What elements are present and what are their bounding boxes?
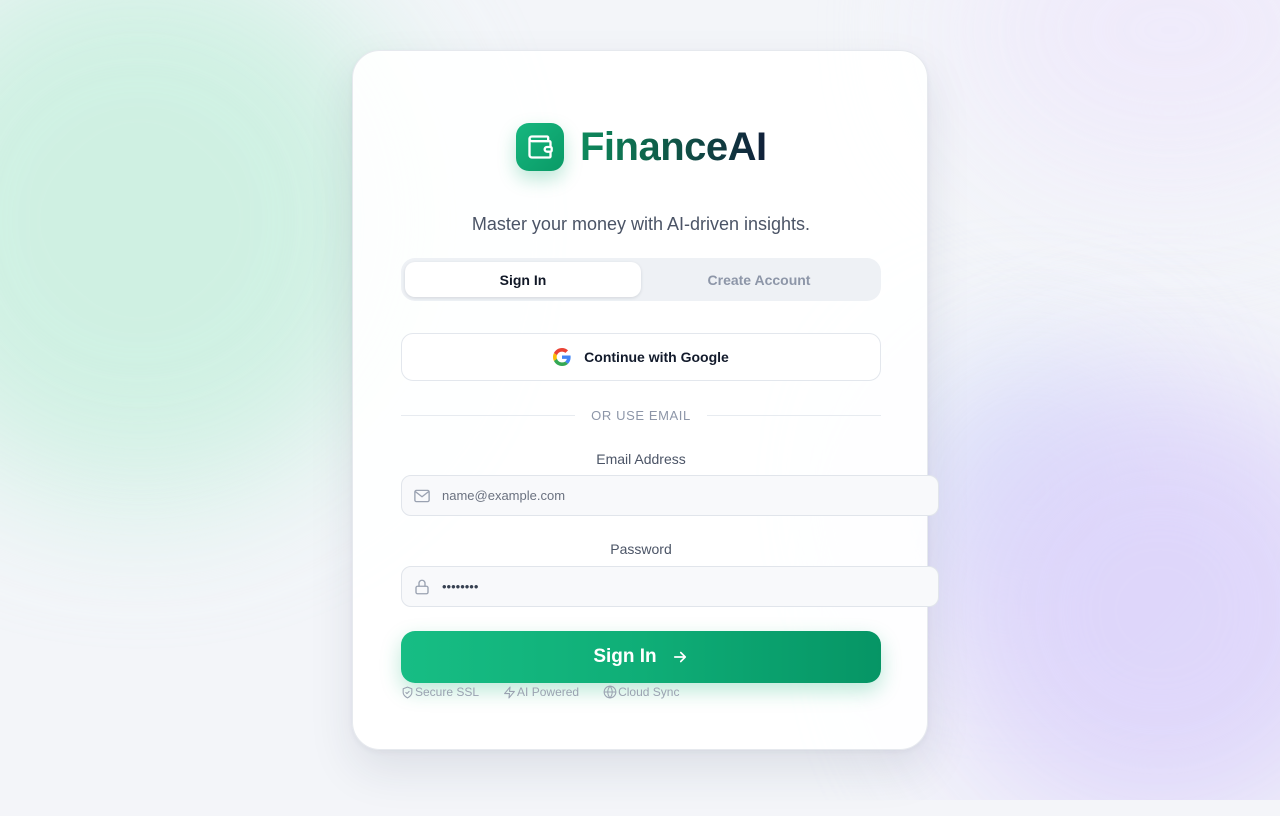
continue-with-google-button[interactable]: Continue with Google xyxy=(401,333,881,381)
tab-create-account[interactable]: Create Account xyxy=(641,262,877,297)
tab-sign-in[interactable]: Sign In xyxy=(405,262,641,297)
sign-in-button[interactable]: Sign In xyxy=(401,631,881,683)
auth-card: FinanceAI Master your money with AI-driv… xyxy=(352,50,939,750)
tagline: Master your money with AI-driven insight… xyxy=(471,214,811,234)
sign-in-button-label: Sign In xyxy=(593,646,657,667)
google-icon xyxy=(553,348,571,366)
auth-tabs: Sign In Create Account xyxy=(401,258,881,301)
email-input[interactable] xyxy=(442,488,938,503)
brand-name: FinanceAI xyxy=(580,125,767,169)
feature-badges: Secure SSL AI Powered Cloud Sync xyxy=(401,685,679,699)
lock-icon xyxy=(402,578,442,596)
password-input[interactable] xyxy=(442,579,938,594)
globe-icon xyxy=(603,685,617,699)
badge-label: Cloud Sync xyxy=(618,685,680,699)
badge-cloud-sync: Cloud Sync xyxy=(603,685,679,699)
badge-ai-powered: AI Powered xyxy=(503,685,579,699)
wallet-icon xyxy=(516,123,564,171)
email-label: Email Address xyxy=(596,451,686,467)
divider-text: OR USE EMAIL xyxy=(591,407,691,423)
badge-label: AI Powered xyxy=(517,685,580,699)
shield-icon xyxy=(401,686,414,699)
password-field[interactable] xyxy=(401,566,939,607)
brand: FinanceAI xyxy=(516,123,767,171)
background-glow-lilac xyxy=(960,0,1280,180)
bolt-icon xyxy=(503,686,516,699)
google-button-label: Continue with Google xyxy=(584,349,729,365)
divider-line-right xyxy=(706,414,882,416)
badge-secure-ssl: Secure SSL xyxy=(401,685,479,699)
divider: OR USE EMAIL xyxy=(401,405,882,425)
divider-line-left xyxy=(401,414,576,416)
password-label: Password xyxy=(610,541,672,557)
arrow-right-icon xyxy=(671,648,689,666)
badge-label: Secure SSL xyxy=(415,685,480,699)
email-field[interactable] xyxy=(401,475,939,516)
mail-icon xyxy=(402,487,442,505)
